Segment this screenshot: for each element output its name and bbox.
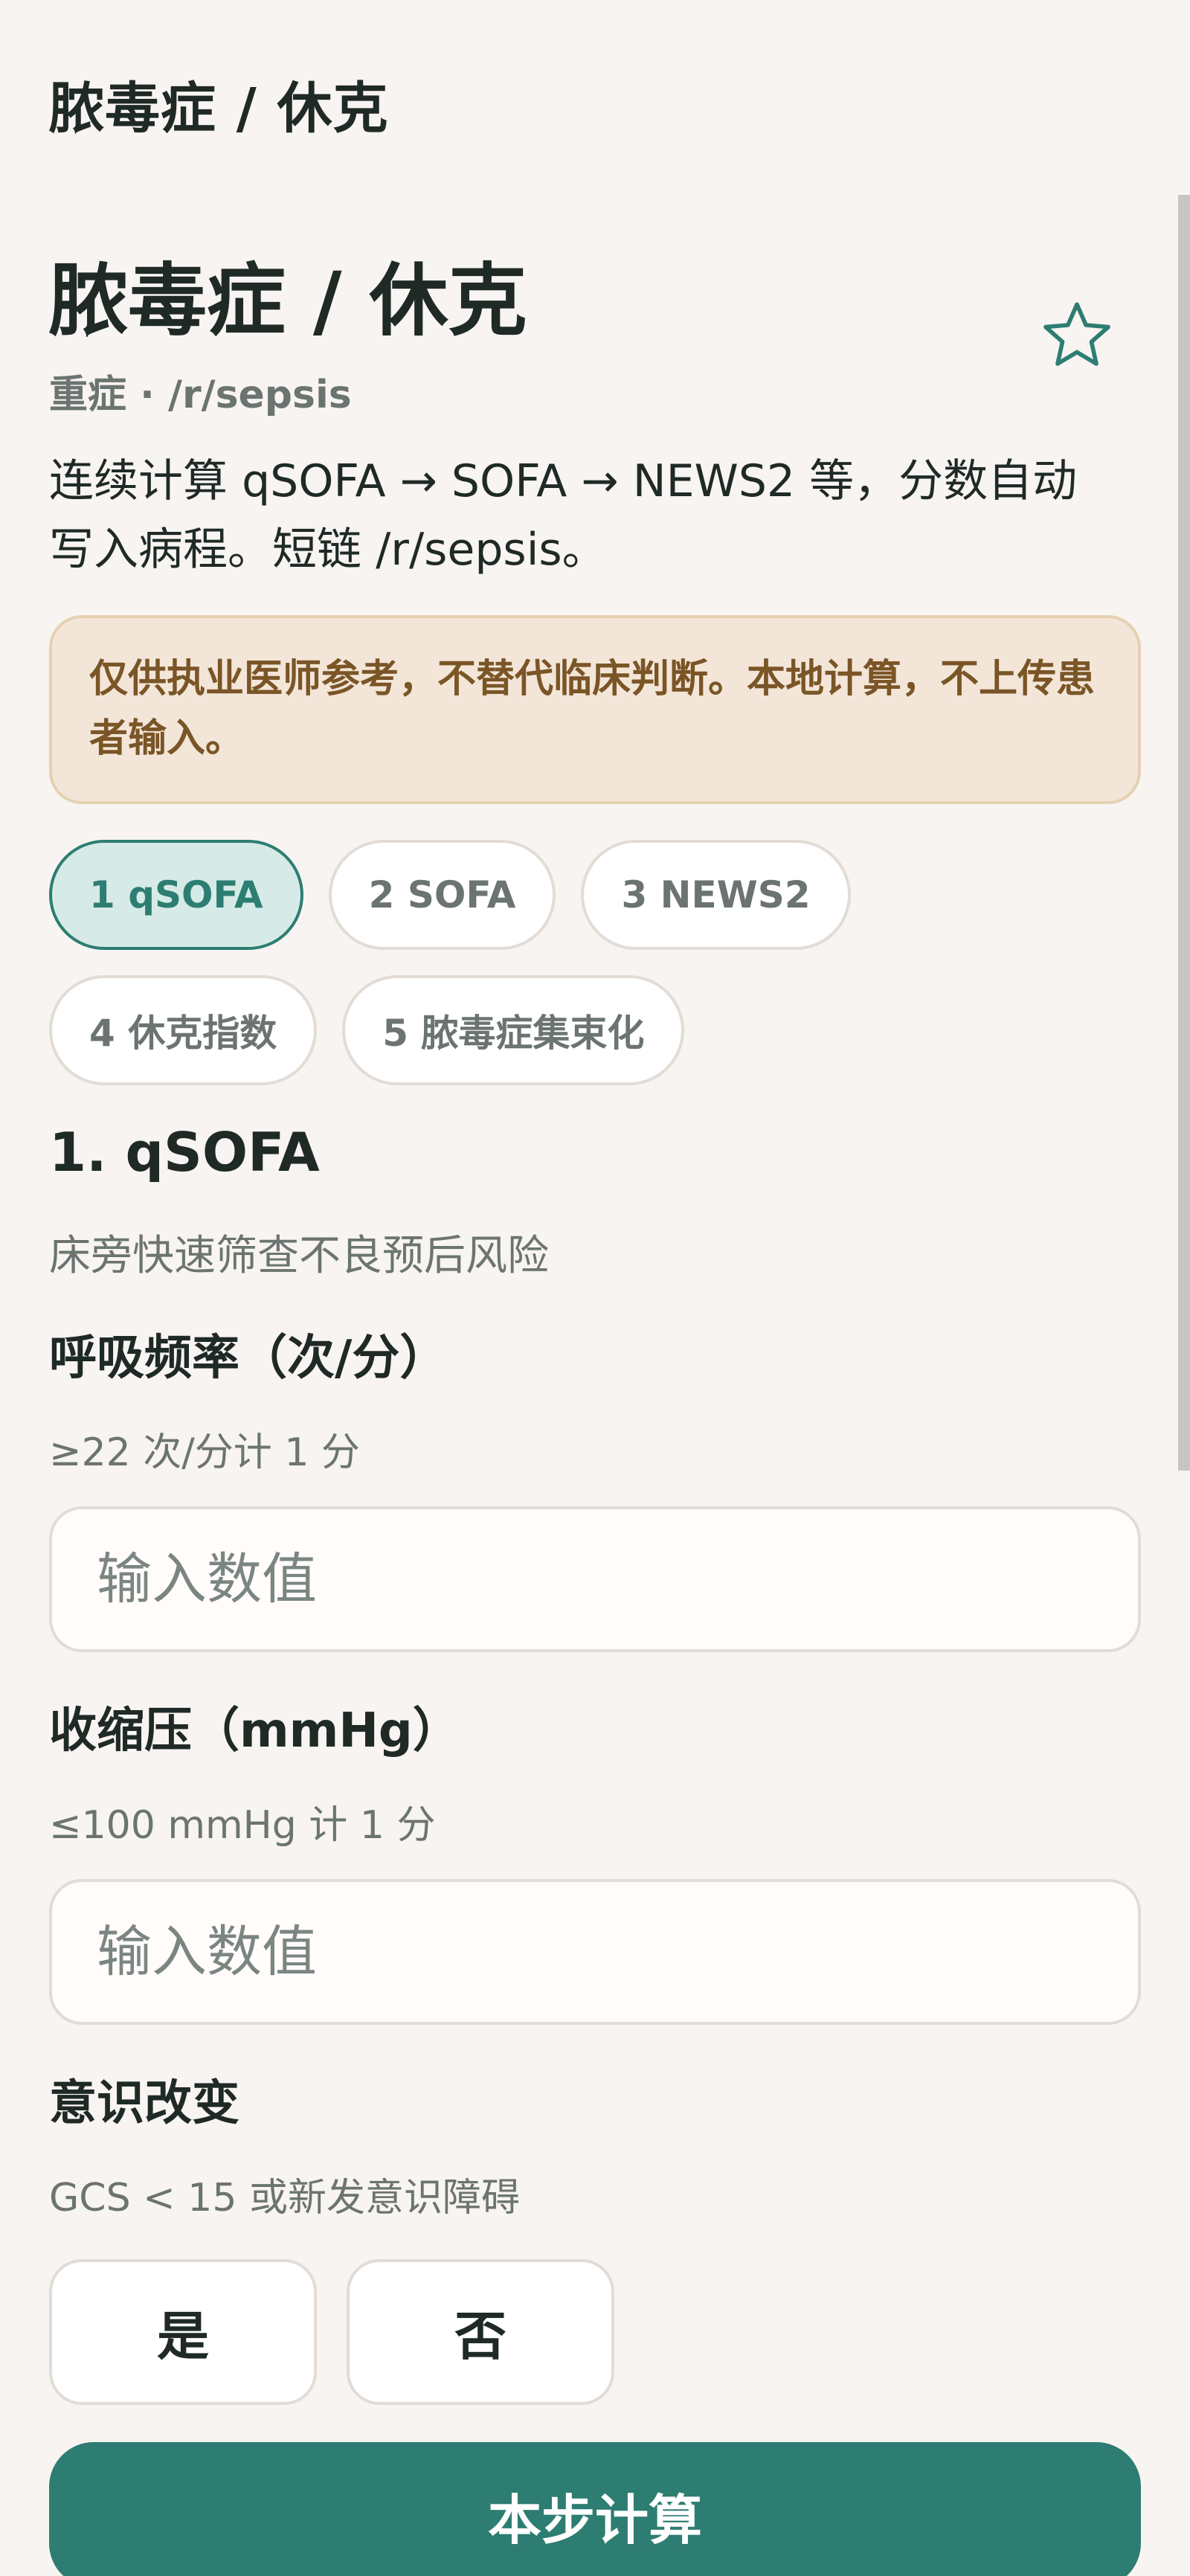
main-content: 脓毒症 / 休克 重症 · /r/sepsis 连续计算 qSOFA → SOF… (49, 253, 1141, 2576)
tab-step-5-sepsis-bundle[interactable]: 5 脓毒症集束化 (342, 975, 685, 1085)
step-tabs: 1 qSOFA 2 SOFA 3 NEWS2 4 休克指数 5 脓毒症集束化 (49, 840, 1141, 1085)
section-subtitle: 床旁快速筛查不良预后风险 (49, 1232, 549, 1280)
page-description: 连续计算 qSOFA → SOFA → NEWS2 等，分数自动写入病程。短链 … (49, 455, 1078, 576)
title-row: 脓毒症 / 休克 (49, 253, 1141, 366)
tab-step-4-shock-index[interactable]: 4 休克指数 (49, 975, 318, 1085)
tab-step-3-news2[interactable]: 3 NEWS2 (581, 840, 851, 950)
consciousness-options: 是 否 (49, 2259, 1141, 2405)
respiratory-rate-label: 呼吸频率（次/分） (49, 1331, 448, 1386)
tab-step-2-sofa[interactable]: 2 SOFA (328, 840, 556, 950)
consciousness-hint: GCS < 15 或新发意识障碍 (49, 2176, 520, 2220)
scrollbar[interactable] (1178, 195, 1190, 1471)
topbar-title: 脓毒症 / 休克 (49, 77, 389, 141)
page: 脓毒症 / 休克 脓毒症 / 休克 重症 · /r/sepsis 连续计算 qS… (0, 0, 1190, 2576)
respiratory-rate-hint: ≥22 次/分计 1 分 (49, 1430, 360, 1475)
page-subtitle: 重症 · /r/sepsis (49, 373, 352, 417)
systolic-bp-hint: ≤100 mmHg 计 1 分 (49, 1803, 436, 1848)
systolic-bp-input[interactable] (49, 1879, 1141, 2025)
disclaimer-notice: 仅供执业医师参考，不替代临床判断。本地计算，不上传患者输入。 (49, 615, 1141, 804)
respiratory-rate-input[interactable] (49, 1506, 1141, 1652)
consciousness-yes-button[interactable]: 是 (49, 2259, 317, 2405)
page-title: 脓毒症 / 休克 (49, 255, 527, 347)
tab-step-1-qsofa[interactable]: 1 qSOFA (49, 840, 303, 950)
section-title: 1. qSOFA (49, 1121, 320, 1183)
star-icon[interactable] (1038, 296, 1116, 373)
consciousness-label: 意识改变 (49, 2076, 239, 2131)
consciousness-no-button[interactable]: 否 (347, 2259, 614, 2405)
systolic-bp-label: 收缩压（mmHg） (49, 1703, 460, 1758)
compute-step-button[interactable]: 本步计算 (49, 2442, 1141, 2576)
